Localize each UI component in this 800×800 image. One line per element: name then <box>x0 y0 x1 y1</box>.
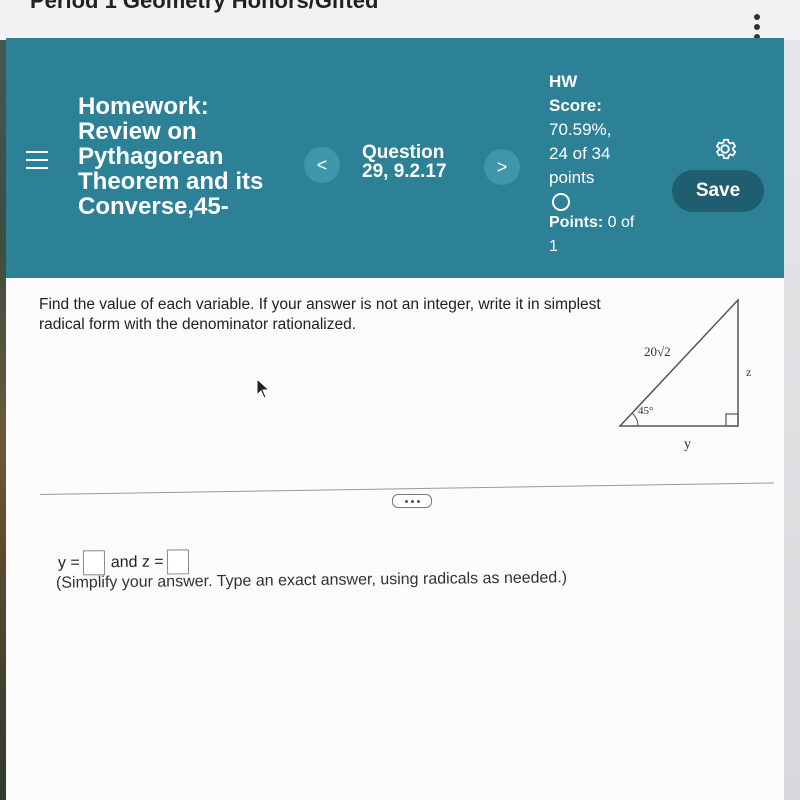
side-y-label: y <box>684 437 691 452</box>
triangle-figure: 20√2 z 45° y <box>618 298 751 452</box>
y-answer-input[interactable] <box>82 550 105 576</box>
question-prompt: Find the value of each variable. If your… <box>39 296 601 333</box>
assignment-title: Homework: Review on Pythagorean Theorem … <box>78 93 264 220</box>
points-status-icon <box>552 193 570 211</box>
hw-score-label: HW Score: <box>549 72 602 115</box>
previous-question-button[interactable]: < <box>304 147 340 183</box>
z-answer-input[interactable] <box>166 549 189 575</box>
next-question-button[interactable]: > <box>484 149 520 185</box>
gear-icon[interactable] <box>712 136 738 162</box>
course-header-strip: Period 1 Geometry Honors/Gifted <box>0 0 800 40</box>
question-number-text: Question 29, 9.2.17 <box>362 142 447 182</box>
expand-more-button[interactable] <box>392 494 432 508</box>
mouse-cursor-icon <box>256 378 271 399</box>
answer-row: y = and z = <box>57 549 189 576</box>
side-z-label: z <box>746 365 751 379</box>
more-options-icon[interactable] <box>752 14 762 40</box>
assignment-header: Homework: Review on Pythagorean Theorem … <box>6 38 784 278</box>
course-title: Period 1 Geometry Honors/Gifted <box>30 0 379 13</box>
homework-page: Homework: Review on Pythagorean Theorem … <box>6 38 784 800</box>
hw-score-value: 70.59%, 24 of 34 points <box>549 120 612 187</box>
y-label: y = <box>57 553 80 572</box>
save-button[interactable]: Save <box>672 170 764 212</box>
hamburger-menu-icon[interactable] <box>26 151 48 169</box>
angle-label: 45° <box>638 405 653 417</box>
points-label: Points: <box>549 214 604 231</box>
hw-score-panel: HW Score: 70.59%, 24 of 34 points Points… <box>549 70 639 259</box>
and-z-label: and z = <box>110 553 164 571</box>
question-number: Question 29, 9.2.17 <box>362 143 462 181</box>
right-angle-marker <box>725 413 739 427</box>
hypotenuse-label: 20√2 <box>644 344 671 359</box>
